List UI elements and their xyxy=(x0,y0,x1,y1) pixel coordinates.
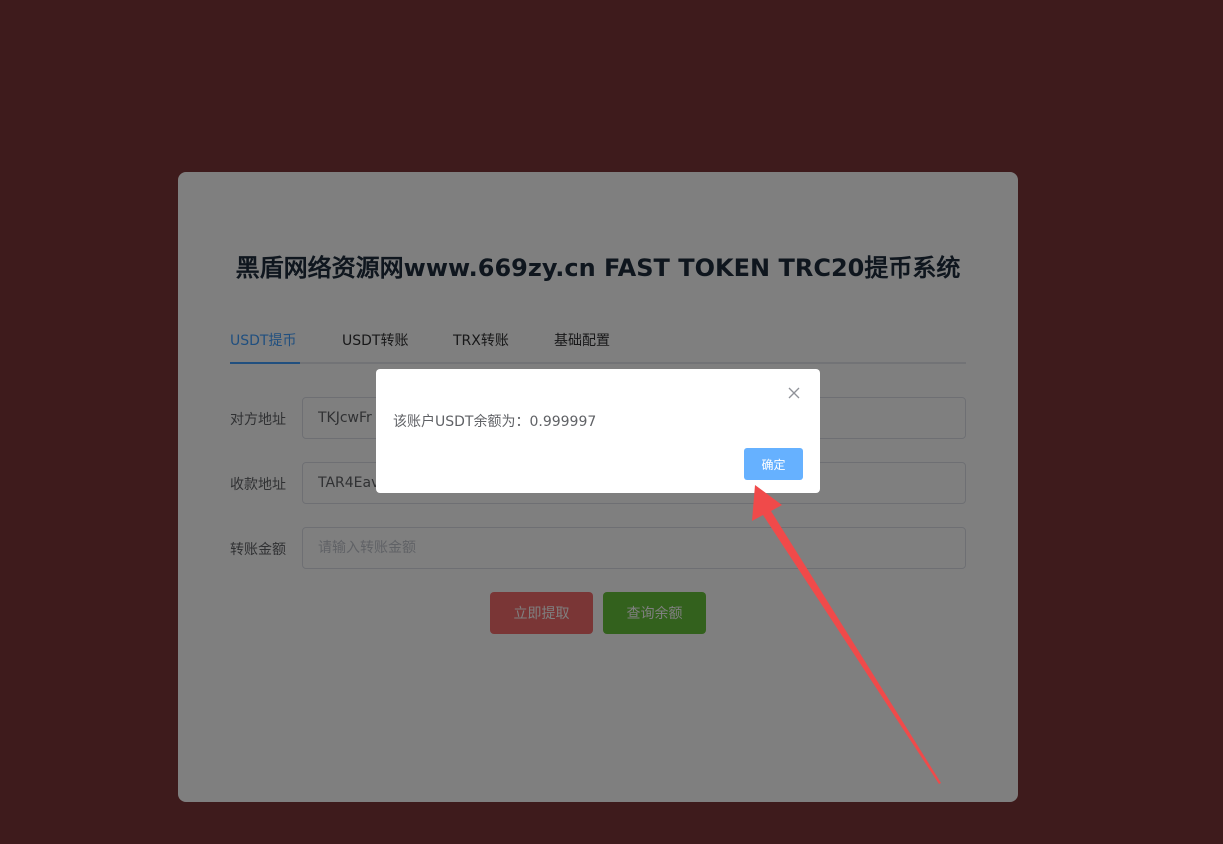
close-icon[interactable] xyxy=(784,383,804,403)
confirm-button[interactable]: 确定 xyxy=(744,448,803,480)
dialog-message: 该账户USDT余额为：0.999997 xyxy=(393,414,597,430)
balance-dialog: 该账户USDT余额为：0.999997 确定 xyxy=(376,369,820,493)
